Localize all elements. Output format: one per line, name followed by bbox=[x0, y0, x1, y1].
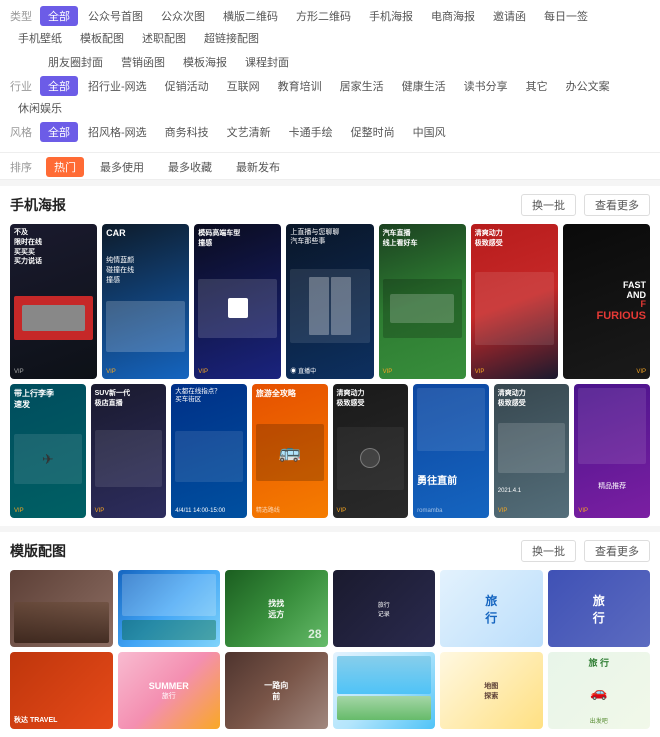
phone-card-5[interactable]: 汽车直播线上看好车 VIP bbox=[379, 224, 466, 379]
type-filter-row2: 朋友圈封面 营销函图 模板海报 课程封面 bbox=[10, 52, 650, 72]
sort-most-fav[interactable]: 最多收藏 bbox=[160, 157, 220, 177]
horiz-card-1[interactable] bbox=[10, 570, 113, 647]
template-config-refresh-btn[interactable]: 换一批 bbox=[521, 540, 576, 562]
style-cartoon[interactable]: 卡通手绘 bbox=[281, 122, 341, 142]
phone-card-6[interactable]: 清爽动力极致感受 VIP bbox=[471, 224, 558, 379]
sort-hot[interactable]: 热门 bbox=[46, 157, 84, 177]
sort-most-used[interactable]: 最多使用 bbox=[92, 157, 152, 177]
phone-card-13[interactable]: 勇往直前 romamba bbox=[413, 384, 489, 518]
phone-poster-header: 手机海报 换一批 查看更多 bbox=[10, 194, 650, 216]
type-moments-cover[interactable]: 朋友圈封面 bbox=[40, 52, 111, 72]
style-label: 风格 bbox=[10, 124, 38, 140]
sort-row: 排序 热门 最多使用 最多收藏 最新发布 bbox=[0, 153, 660, 180]
type-filter-row: 类型 全部 公众号首图 公众次图 横版二维码 方形二维码 手机海报 电商海报 邀… bbox=[10, 6, 650, 48]
type-wechat-sub[interactable]: 公众次图 bbox=[153, 6, 213, 26]
industry-leisure[interactable]: 休闲娱乐 bbox=[10, 98, 70, 118]
horiz-card-10[interactable] bbox=[333, 652, 436, 729]
horiz-card-6[interactable]: 旅行 bbox=[548, 570, 651, 647]
industry-promo[interactable]: 促销活动 bbox=[157, 76, 217, 96]
horiz-card-9[interactable]: 一路向前 bbox=[225, 652, 328, 729]
type-invite[interactable]: 邀请函 bbox=[485, 6, 534, 26]
template-config-title: 模版配图 bbox=[10, 541, 66, 561]
industry-home[interactable]: 居家生活 bbox=[332, 76, 392, 96]
horiz-card-7[interactable]: 秋达 TRAVEL bbox=[10, 652, 113, 729]
industry-education[interactable]: 教育培训 bbox=[270, 76, 330, 96]
type-all[interactable]: 全部 bbox=[40, 6, 78, 26]
industry-books[interactable]: 读书分享 bbox=[456, 76, 516, 96]
template-config-header: 模版配图 换一批 查看更多 bbox=[10, 540, 650, 562]
horiz-card-8[interactable]: SUMMER 旅行 bbox=[118, 652, 221, 729]
phone-card-8[interactable]: 带上行李季速发 ✈ VIP bbox=[10, 384, 86, 518]
industry-recruit[interactable]: 招行业-网选 bbox=[80, 76, 155, 96]
horiz-card-11[interactable]: 地图探索 bbox=[440, 652, 543, 729]
industry-other[interactable]: 其它 bbox=[518, 76, 556, 96]
phone-poster-more-btn[interactable]: 查看更多 bbox=[584, 194, 650, 216]
phone-card-7[interactable]: FASTANDF FURIOUS VIP bbox=[563, 224, 650, 379]
style-chinese[interactable]: 中国风 bbox=[405, 122, 454, 142]
type-phone-poster[interactable]: 手机海报 bbox=[361, 6, 421, 26]
phone-card-2[interactable]: CAR 纯情蓝颜碰撞在线撞感 VIP bbox=[102, 224, 189, 379]
sort-newest[interactable]: 最新发布 bbox=[228, 157, 288, 177]
phone-poster-actions: 换一批 查看更多 bbox=[521, 194, 650, 216]
style-biz-tech[interactable]: 商务科技 bbox=[157, 122, 217, 142]
horiz-card-3[interactable]: 找找远方 28 bbox=[225, 570, 328, 647]
sort-label: 排序 bbox=[10, 159, 38, 175]
style-literary[interactable]: 文艺清新 bbox=[219, 122, 279, 142]
type-ecom-poster[interactable]: 电商海报 bbox=[423, 6, 483, 26]
phone-poster-title: 手机海报 bbox=[10, 195, 66, 215]
style-all[interactable]: 全部 bbox=[40, 122, 78, 142]
template-config-section: 模版配图 换一批 查看更多 找找远方 28 bbox=[0, 532, 660, 737]
horiz-card-4[interactable]: 旅行记录 bbox=[333, 570, 436, 647]
phone-poster-section: 手机海报 换一批 查看更多 不及限时在线买买买买力说话 VIP CAR 纯情蓝颜… bbox=[0, 186, 660, 526]
type-report[interactable]: 述职配图 bbox=[134, 28, 194, 48]
phone-card-3[interactable]: 模码高端车型撞感 VIP bbox=[194, 224, 281, 379]
type-horiz-qr[interactable]: 横版二维码 bbox=[215, 6, 286, 26]
type-wallpaper[interactable]: 手机壁纸 bbox=[10, 28, 70, 48]
style-fashion[interactable]: 促整时尚 bbox=[343, 122, 403, 142]
industry-internet[interactable]: 互联网 bbox=[219, 76, 268, 96]
phone-card-4[interactable]: 上直播与您聊聊汽车那些事 ◉ 直播中 bbox=[286, 224, 373, 379]
type-square-qr[interactable]: 方形二维码 bbox=[288, 6, 359, 26]
type-wechat-cover[interactable]: 公众号首图 bbox=[80, 6, 151, 26]
type-label: 类型 bbox=[10, 8, 38, 24]
horiz-card-5[interactable]: 旅行 bbox=[440, 570, 543, 647]
horiz-card-2[interactable] bbox=[118, 570, 221, 647]
phone-card-10[interactable]: 大都在线指点？买车街区 4/4/11 14:00-15:00 bbox=[171, 384, 247, 518]
style-recruit[interactable]: 招风格-网选 bbox=[80, 122, 155, 142]
filter-bar: 类型 全部 公众号首图 公众次图 横版二维码 方形二维码 手机海报 电商海报 邀… bbox=[0, 0, 660, 153]
industry-health[interactable]: 健康生活 bbox=[394, 76, 454, 96]
industry-filter-row: 行业 全部 招行业-网选 促销活动 互联网 教育培训 居家生活 健康生活 读书分… bbox=[10, 76, 650, 118]
industry-label: 行业 bbox=[10, 78, 38, 94]
phone-card-9[interactable]: SUV新一代极店直播 VIP bbox=[91, 384, 167, 518]
type-daily[interactable]: 每日一签 bbox=[536, 6, 596, 26]
phone-card-15[interactable]: 精品推荐 VIP bbox=[574, 384, 650, 518]
style-filter-row: 风格 全部 招风格-网选 商务科技 文艺清新 卡通手绘 促整时尚 中国风 bbox=[10, 122, 650, 142]
template-config-actions: 换一批 查看更多 bbox=[521, 540, 650, 562]
phone-card-1[interactable]: 不及限时在线买买买买力说话 VIP bbox=[10, 224, 97, 379]
type-template-img[interactable]: 模板配图 bbox=[72, 28, 132, 48]
phone-poster-refresh-btn[interactable]: 换一批 bbox=[521, 194, 576, 216]
industry-all[interactable]: 全部 bbox=[40, 76, 78, 96]
industry-office[interactable]: 办公文案 bbox=[558, 76, 618, 96]
template-config-more-btn[interactable]: 查看更多 bbox=[584, 540, 650, 562]
type-template-poster[interactable]: 模板海报 bbox=[175, 52, 235, 72]
phone-card-12[interactable]: 清爽动力极致感受 VIP bbox=[333, 384, 409, 518]
type-course-cover[interactable]: 课程封面 bbox=[237, 52, 297, 72]
type-hyperlink[interactable]: 超链接配图 bbox=[196, 28, 267, 48]
type-marketing[interactable]: 营销函图 bbox=[113, 52, 173, 72]
horiz-card-12[interactable]: 旅 行 🚗 出发吧 bbox=[548, 652, 651, 729]
phone-card-11[interactable]: 旅游全攻略 🚌 精选路线 bbox=[252, 384, 328, 518]
phone-card-14[interactable]: 清爽动力极致感受 2021.4.1 VIP bbox=[494, 384, 570, 518]
